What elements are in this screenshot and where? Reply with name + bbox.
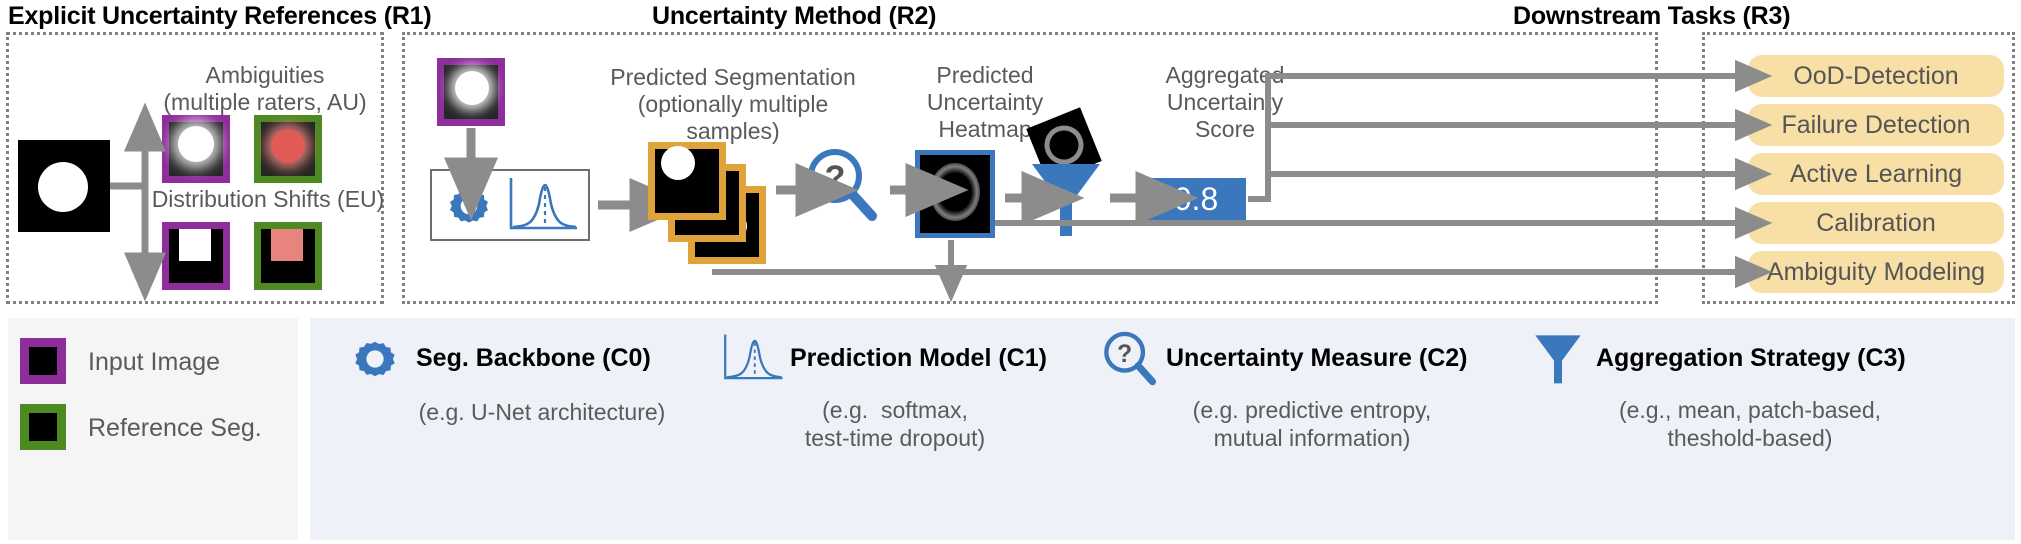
distribution-curve-icon xyxy=(505,176,581,236)
component-title-c2: Uncertainty Measure (C2) xyxy=(1166,344,1468,372)
shift-square-white xyxy=(179,229,211,261)
magnifier-question-icon: ? xyxy=(804,148,882,226)
task-pill-calibration[interactable]: Calibration xyxy=(1748,202,2004,244)
legend-label-reference-seg: Reference Seg. xyxy=(88,414,262,442)
input-image-source xyxy=(18,140,110,232)
diagram-canvas: Explicit Uncertainty References (R1) Unc… xyxy=(0,0,2021,544)
component-title-c1: Prediction Model (C1) xyxy=(790,344,1047,372)
segmentation-circle-1 xyxy=(661,146,695,180)
aggregated-score-label: Aggregated Uncertainty Score xyxy=(1165,62,1285,142)
r2-input-image-tile xyxy=(437,58,505,126)
region-title-r2: Uncertainty Method (R2) xyxy=(652,2,937,30)
legend-label-input-image: Input Image xyxy=(88,348,221,376)
distribution-curve-icon-legend xyxy=(720,330,786,388)
component-subtitle-c3: (e.g., mean, patch-based, theshold-based… xyxy=(1618,397,1882,451)
legend-swatch-reference-seg xyxy=(20,404,66,450)
component-title-c0: Seg. Backbone (C0) xyxy=(416,344,651,372)
funnel-icon-legend xyxy=(1534,330,1582,390)
input-circle-shape xyxy=(38,162,88,212)
task-pill-ambiguity-modeling[interactable]: Ambiguity Modeling xyxy=(1748,251,2004,293)
heatmap-ring xyxy=(930,163,980,221)
component-title-c3: Aggregation Strategy (C3) xyxy=(1596,344,1906,372)
task-pill-active-learning[interactable]: Active Learning xyxy=(1748,153,2004,195)
r2-input-blob xyxy=(455,71,489,105)
component-subtitle-c1: (e.g. softmax, test-time dropout) xyxy=(804,397,986,451)
task-pill-ood-detection[interactable]: OoD-Detection xyxy=(1748,55,2004,97)
magnifier-question-icon-legend: ? xyxy=(1100,330,1162,392)
funnel-icon xyxy=(1030,162,1102,240)
svg-text:?: ? xyxy=(825,159,846,197)
component-subtitle-c0: (e.g. U-Net architecture) xyxy=(418,399,666,425)
svg-text:?: ? xyxy=(1117,341,1132,368)
region-title-r1: Explicit Uncertainty References (R1) xyxy=(8,2,432,30)
predicted-segmentation-label: Predicted Segmentation (optionally multi… xyxy=(610,64,856,144)
segmentation-sample-1 xyxy=(648,142,726,220)
gear-icon-legend xyxy=(348,332,402,386)
legend-swatch-input-image xyxy=(20,338,66,384)
ambiguity-blob-white xyxy=(178,126,214,162)
ambiguity-reference-tile xyxy=(254,115,322,183)
gear-icon xyxy=(443,180,495,232)
ambiguities-label: Ambiguities (multiple raters, AU) xyxy=(163,62,367,115)
ambiguity-input-tile xyxy=(162,115,230,183)
shift-input-tile xyxy=(162,222,230,290)
shift-reference-tile xyxy=(254,222,322,290)
component-subtitle-c2: (e.g. predictive entropy, mutual informa… xyxy=(1192,397,1432,451)
uncertainty-heatmap-tile xyxy=(915,150,995,238)
distribution-shifts-label: Distribution Shifts (EU) xyxy=(151,186,385,212)
region-title-r3: Downstream Tasks (R3) xyxy=(1513,2,1791,30)
task-pill-failure-detection[interactable]: Failure Detection xyxy=(1748,104,2004,146)
aggregated-score-value: 0.8 xyxy=(1146,178,1246,220)
shift-square-salmon xyxy=(271,229,303,261)
ambiguity-blob-red xyxy=(271,129,305,163)
